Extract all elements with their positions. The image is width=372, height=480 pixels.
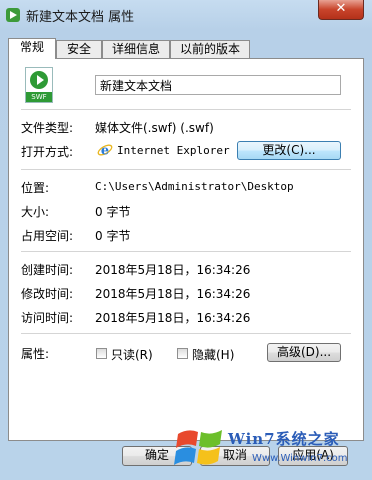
divider — [21, 109, 351, 110]
file-name-input[interactable] — [95, 75, 341, 95]
size-value: 0 字节 — [95, 205, 131, 219]
location-label: 位置: — [21, 181, 50, 195]
divider — [21, 169, 351, 170]
tab-previous-versions[interactable]: 以前的版本 — [170, 40, 250, 58]
media-file-icon — [6, 8, 20, 22]
attributes-label: 属性: — [21, 347, 50, 361]
tab-security[interactable]: 安全 — [56, 40, 102, 58]
tab-strip: 常规 安全 详细信息 以前的版本 — [8, 38, 364, 59]
tab-general[interactable]: 常规 — [8, 38, 56, 59]
created-label: 创建时间: — [21, 263, 74, 277]
hidden-checkbox[interactable] — [177, 348, 188, 359]
swf-file-icon: SWF — [25, 67, 53, 103]
file-type-value: 媒体文件(.swf) (.swf) — [95, 121, 214, 135]
advanced-button[interactable]: 高级(D)... — [267, 343, 341, 362]
watermark-text: Win7系统之家 — [228, 430, 340, 448]
title-bar[interactable]: 新建文本文档 属性 ✕ — [0, 0, 372, 32]
dialog-client: 常规 安全 详细信息 以前的版本 SWF 文件类型: 媒体文件(.swf) (.… — [8, 38, 364, 442]
close-button[interactable]: ✕ — [318, 0, 364, 20]
accessed-value: 2018年5月18日，16:34:26 — [95, 311, 251, 325]
internet-explorer-icon: e — [97, 144, 113, 159]
opens-with-value: Internet Explorer — [117, 144, 230, 157]
file-type-label: 文件类型: — [21, 121, 74, 135]
play-icon — [30, 71, 48, 89]
swf-tag: SWF — [26, 92, 52, 102]
modified-value: 2018年5月18日，16:34:26 — [95, 287, 251, 301]
general-panel: SWF 文件类型: 媒体文件(.swf) (.swf) 打开方式: e Inte… — [8, 58, 364, 441]
readonly-label[interactable]: 只读(R) — [111, 346, 153, 363]
hidden-label[interactable]: 隐藏(H) — [192, 346, 234, 363]
divider — [21, 333, 351, 334]
readonly-checkbox[interactable] — [96, 348, 107, 359]
properties-window: 新建文本文档 属性 ✕ 常规 安全 详细信息 以前的版本 SWF 文件类型: 媒… — [0, 0, 372, 480]
tab-details[interactable]: 详细信息 — [102, 40, 170, 58]
window-title: 新建文本文档 属性 — [26, 10, 135, 25]
created-value: 2018年5月18日，16:34:26 — [95, 263, 251, 277]
size-label: 大小: — [21, 205, 50, 219]
watermark-url: Www.Winwin7.com — [252, 453, 348, 464]
size-on-disk-label: 占用空间: — [21, 229, 74, 243]
windows-logo-icon — [174, 430, 222, 465]
svg-text:e: e — [101, 144, 109, 159]
accessed-label: 访问时间: — [21, 311, 74, 325]
location-value: C:\Users\Administrator\Desktop — [95, 180, 294, 193]
modified-label: 修改时间: — [21, 287, 74, 301]
divider — [21, 251, 351, 252]
opens-with-label: 打开方式: — [21, 145, 74, 159]
size-on-disk-value: 0 字节 — [95, 229, 131, 243]
change-button[interactable]: 更改(C)... — [237, 141, 341, 160]
